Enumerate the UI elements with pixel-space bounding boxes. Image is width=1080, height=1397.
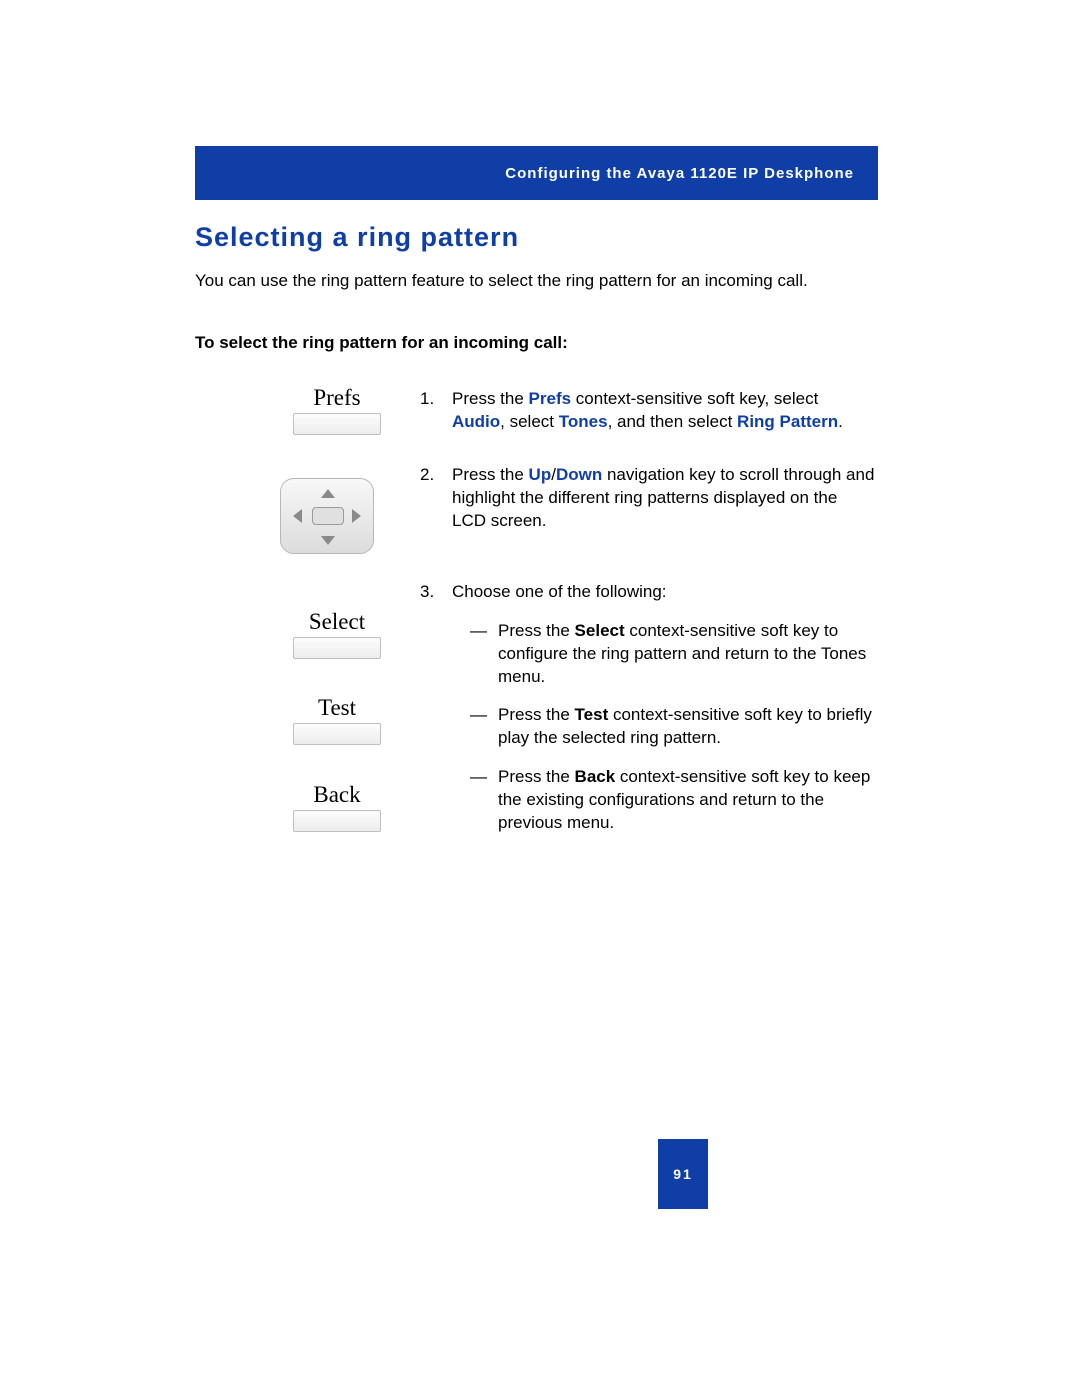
text: Press the [452,389,529,408]
down-arrow-icon [321,536,335,545]
section-title: Selecting a ring pattern [195,222,519,253]
manual-page: Configuring the Avaya 1120E IP Deskphone… [0,0,1080,1397]
text: Press the [498,767,575,786]
text: , and then select [608,412,737,431]
procedure-heading: To select the ring pattern for an incomi… [195,333,568,353]
text: , select [500,412,559,431]
sub-a-body: Press the Select context-sensitive soft … [498,620,875,689]
dash-icon: — [470,620,498,689]
sub-c-body: Press the Back context-sensitive soft ke… [498,766,875,835]
up-arrow-icon [321,489,335,498]
header-text: Configuring the Avaya 1120E IP Deskphone [505,165,854,182]
softkey-test-label: Test [272,695,402,721]
sub-a: — Press the Select context-sensitive sof… [470,620,875,689]
step-2-body: Press the Up/Down navigation key to scro… [452,464,875,533]
step-3-number: 3. [420,581,452,851]
step-1: 1. Press the Prefs context-sensitive sof… [420,388,875,434]
keyword-down: Down [556,465,602,484]
step-3-body: Choose one of the following: — Press the… [452,581,875,851]
step-3-sublist: — Press the Select context-sensitive sof… [452,620,875,836]
steps-list: 1. Press the Prefs context-sensitive sof… [420,388,875,881]
dash-icon: — [470,704,498,750]
intro-paragraph: You can use the ring pattern feature to … [195,270,875,293]
keyword-tones: Tones [559,412,608,431]
left-arrow-icon [293,509,302,523]
page-number: 91 [673,1166,693,1182]
step-2: 2. Press the Up/Down navigation key to s… [420,464,875,533]
dash-icon: — [470,766,498,835]
keyword-ring-pattern: Ring Pattern [737,412,838,431]
softkey-select: Select [272,609,402,659]
sub-b-body: Press the Test context-sensitive soft ke… [498,704,875,750]
center-button-icon [312,507,344,525]
text: Press the [452,465,529,484]
step-2-number: 2. [420,464,452,533]
text: . [838,412,843,431]
softkey-test: Test [272,695,402,745]
keyword-select: Select [575,621,625,640]
step-3-lead: Choose one of the following: [452,582,667,601]
softkey-prefs-label: Prefs [272,385,402,411]
softkey-button-icon [293,637,381,659]
softkey-button-icon [293,810,381,832]
softkey-button-icon [293,413,381,435]
softkey-back-label: Back [272,782,402,808]
softkey-button-icon [293,723,381,745]
right-arrow-icon [352,509,361,523]
text: Press the [498,621,575,640]
text: context-sensitive soft key, select [571,389,818,408]
sub-b: — Press the Test context-sensitive soft … [470,704,875,750]
step-1-body: Press the Prefs context-sensitive soft k… [452,388,875,434]
keyword-back: Back [575,767,616,786]
text: Press the [498,705,575,724]
step-3: 3. Choose one of the following: — Press … [420,581,875,851]
nav-pad-icon [280,478,374,554]
step-1-number: 1. [420,388,452,434]
keyword-prefs: Prefs [529,389,572,408]
header-band: Configuring the Avaya 1120E IP Deskphone [195,146,878,200]
sub-c: — Press the Back context-sensitive soft … [470,766,875,835]
page-number-box: 91 [658,1139,708,1209]
softkey-select-label: Select [272,609,402,635]
softkey-back: Back [272,782,402,832]
keyword-test: Test [575,705,609,724]
keyword-up: Up [529,465,552,484]
keyword-audio: Audio [452,412,500,431]
softkey-prefs: Prefs [272,385,402,435]
